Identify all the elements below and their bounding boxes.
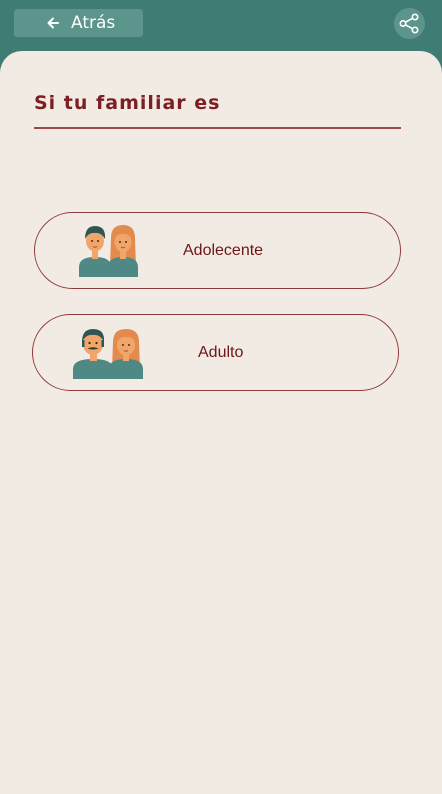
option-adult[interactable]: Adulto: [32, 314, 399, 391]
option-label: Adolecente: [183, 242, 264, 259]
adult-couple-icon: [73, 329, 143, 379]
share-icon: [399, 13, 419, 34]
back-button-label: Atrás: [71, 13, 116, 33]
page-title: Si tu familiar es: [34, 92, 221, 114]
content-sheet: [0, 51, 442, 794]
arrow-left-icon: [47, 17, 59, 29]
title-divider: [34, 127, 401, 129]
back-button[interactable]: Atrás: [14, 9, 143, 37]
option-label: Adulto: [198, 344, 244, 361]
share-button[interactable]: [394, 8, 425, 39]
teen-couple-icon: [79, 225, 138, 277]
option-adolescent[interactable]: Adolecente: [34, 212, 401, 289]
